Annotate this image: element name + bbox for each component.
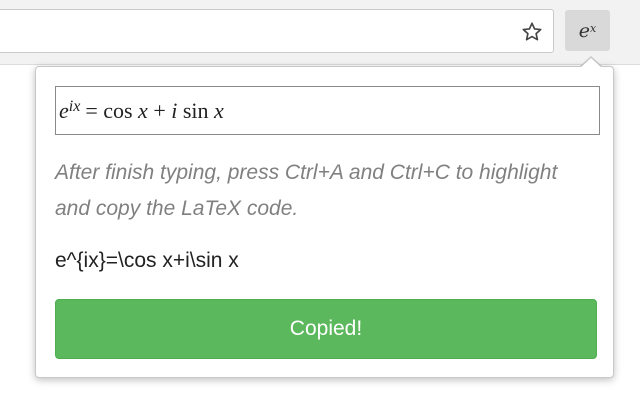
math-rest: = cos x + i sin x [85,97,224,123]
instructions-text: After finish typing, press Ctrl+A and Ct… [55,161,558,220]
address-bar[interactable] [0,9,554,53]
copy-button[interactable]: Copied! [55,299,597,359]
extension-popup: e ix = cos x + i sin x After finish typing… [35,66,614,378]
browser-toolbar: ex [0,0,640,65]
popup-arrow-fill [580,58,602,68]
ext-button-base: e [578,19,591,42]
browser-window: ex e ix = cos x + i sin x After finish typ… [0,0,640,400]
ext-button-exponent: x [590,22,597,35]
math-exponent: ix [68,97,81,115]
latex-code-output: e^{ix}=\cos x+i\sin x [55,249,239,272]
math-input-field[interactable]: e ix = cos x + i sin x [55,86,600,135]
star-icon[interactable] [519,19,545,45]
math-base: e [59,97,69,123]
latex-extension-button[interactable]: ex [565,10,610,51]
